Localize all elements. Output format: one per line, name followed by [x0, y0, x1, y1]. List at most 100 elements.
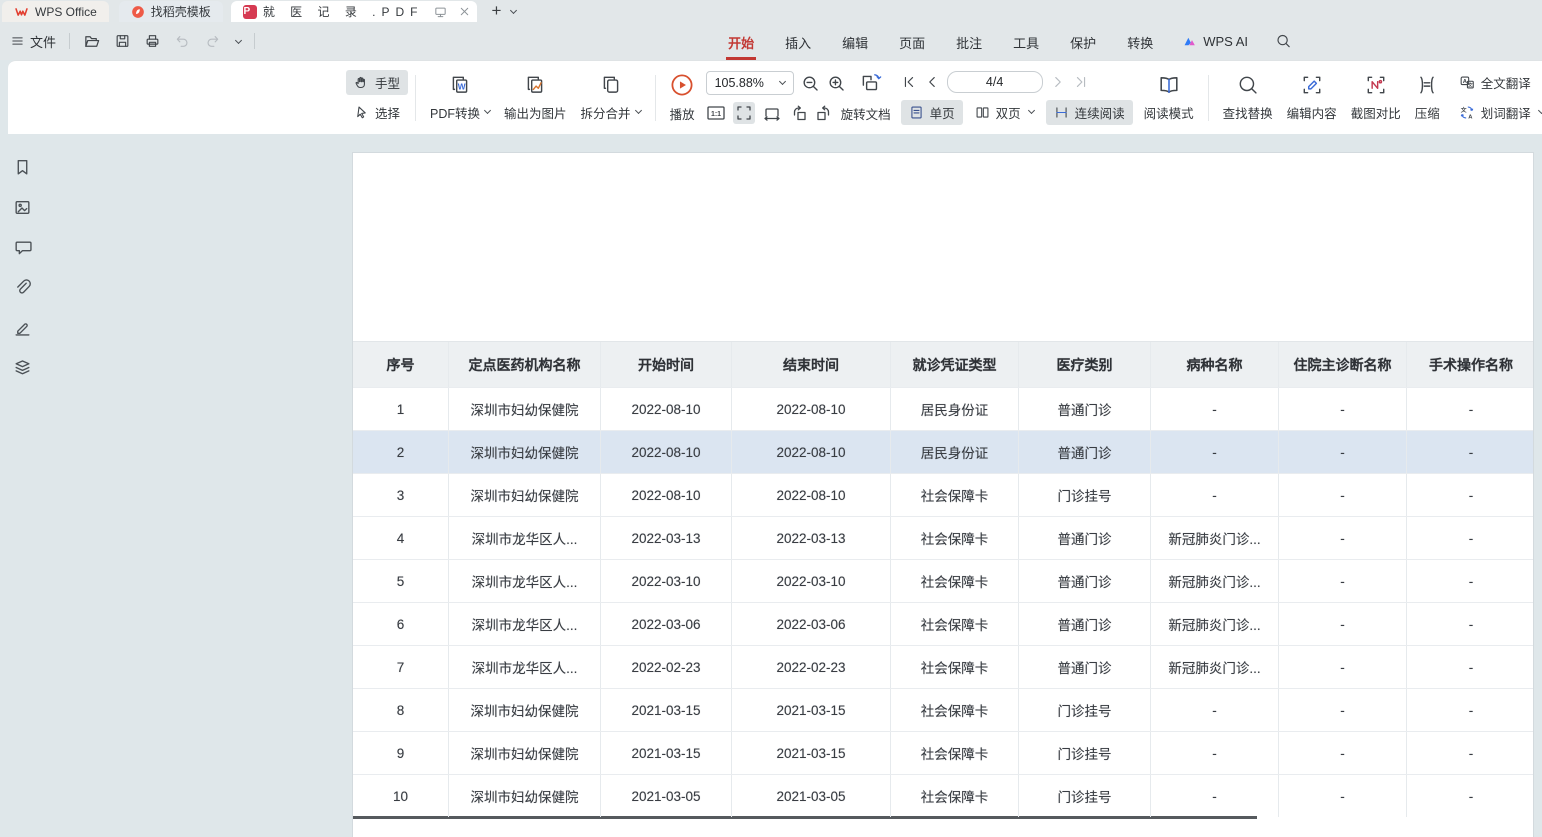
table-cell: 居民身份证 [891, 431, 1019, 473]
menu-item-5[interactable]: 工具 [1011, 24, 1041, 58]
cursor-icon [354, 105, 369, 120]
layers-icon[interactable] [13, 358, 32, 377]
redo-icon[interactable] [204, 33, 221, 49]
read-mode-button[interactable]: 阅读模式 [1137, 74, 1201, 122]
compress-label: 压缩 [1415, 103, 1440, 122]
comment-icon[interactable] [13, 238, 32, 257]
new-tab-button[interactable]: + [491, 1, 501, 21]
table-cell: 社会保障卡 [891, 689, 1019, 731]
pdf-convert-button[interactable]: W PDF转换 [423, 74, 497, 122]
table-cell: - [1407, 775, 1535, 817]
last-page-icon[interactable] [1073, 74, 1089, 90]
table-cell: 深圳市龙华区人... [449, 517, 601, 559]
word-translate-button[interactable]: 文 A 划词翻译 [1451, 100, 1542, 125]
tab-docer-templates[interactable]: 找稻壳模板 [119, 1, 223, 22]
table-cell: 新冠肺炎门诊... [1151, 646, 1279, 688]
compress-button[interactable]: 压缩 [1408, 74, 1447, 122]
table-cell: 普通门诊 [1019, 388, 1151, 430]
zoom-in-icon[interactable] [827, 74, 846, 93]
split-merge-button[interactable]: 拆分合并 [574, 74, 648, 122]
rotate-pages-icon[interactable] [859, 72, 883, 94]
file-menu-button[interactable]: 文件 [10, 32, 56, 51]
next-page-icon[interactable] [1050, 74, 1066, 90]
table-cell: 2022-03-13 [601, 517, 732, 559]
menu-item-1[interactable]: 插入 [783, 24, 813, 58]
tab-active-document[interactable]: P 就 医 记 录 .PDF [231, 1, 478, 22]
first-page-icon[interactable] [901, 74, 917, 90]
pdf-logo-icon: P [243, 5, 257, 19]
table-cell: 社会保障卡 [891, 732, 1019, 774]
table-cell: 社会保障卡 [891, 560, 1019, 602]
zoom-out-icon[interactable] [801, 74, 820, 93]
rotate-left-icon[interactable] [789, 104, 808, 122]
table-cell: - [1279, 646, 1407, 688]
select-tool-button[interactable]: 选择 [346, 100, 408, 125]
print-icon[interactable] [144, 33, 161, 49]
table-cell: 2022-03-06 [601, 603, 732, 645]
menu-item-3[interactable]: 页面 [897, 24, 927, 58]
table-cell: 新冠肺炎门诊... [1151, 560, 1279, 602]
zoom-level-dropdown[interactable]: 105.88% [706, 71, 794, 95]
fit-page-icon[interactable] [735, 104, 753, 122]
fit-width-icon[interactable] [762, 104, 782, 122]
split-merge-label: 拆分合并 [581, 103, 631, 122]
pdf-convert-label: PDF转换 [430, 103, 480, 122]
table-cell: - [1151, 388, 1279, 430]
menu-bar: 文件 开始插入编辑页面批注工具保护转换 WPS AI [0, 22, 1542, 60]
tab-list-chevron-icon[interactable] [510, 6, 517, 13]
tab-wps-office[interactable]: WPS Office [2, 1, 109, 22]
open-folder-icon[interactable] [83, 33, 101, 50]
menu-item-7[interactable]: 转换 [1125, 24, 1155, 58]
hamburger-icon [10, 34, 25, 48]
rotate-doc-label[interactable]: 旋转文档 [841, 104, 891, 123]
column-header: 序号 [353, 342, 449, 387]
menu-item-6[interactable]: 保护 [1068, 24, 1098, 58]
table-cell: - [1407, 560, 1535, 602]
close-tab-icon[interactable] [458, 5, 471, 18]
prev-page-icon[interactable] [924, 74, 940, 90]
table-cell: 新冠肺炎门诊... [1151, 517, 1279, 559]
page-number-input[interactable]: 4/4 [947, 71, 1043, 93]
play-button[interactable]: 播放 [663, 73, 702, 123]
table-row: 10深圳市妇幼保健院2021-03-052021-03-05社会保障卡门诊挂号-… [353, 774, 1533, 817]
search-icon[interactable] [1275, 33, 1292, 49]
screenshot-compare-button[interactable]: 截图对比 [1344, 74, 1408, 122]
bookmark-icon[interactable] [13, 158, 32, 177]
chevron-down-icon [484, 106, 491, 113]
chevron-down-icon [1028, 106, 1035, 113]
table-cell: - [1151, 775, 1279, 817]
pdf-page: 序号定点医药机构名称开始时间结束时间就诊凭证类型医疗类别病种名称住院主诊断名称手… [352, 152, 1534, 837]
find-replace-button[interactable]: 查找替换 [1216, 74, 1280, 122]
table-cell: 深圳市妇幼保健院 [449, 388, 601, 430]
table-cell: 深圳市妇幼保健院 [449, 474, 601, 516]
thumbnail-icon[interactable] [13, 198, 32, 217]
single-page-button[interactable]: 单页 [901, 100, 963, 125]
table-cell: 深圳市妇幼保健院 [449, 689, 601, 731]
edit-content-button[interactable]: 编辑内容 [1280, 74, 1344, 122]
menu-item-4[interactable]: 批注 [954, 24, 984, 58]
table-cell: 2022-08-10 [732, 388, 891, 430]
continuous-read-icon [1054, 105, 1069, 120]
table-cell: 2022-03-10 [601, 560, 732, 602]
actual-size-icon[interactable]: 1:1 [706, 104, 726, 122]
wps-ai-button[interactable]: WPS AI [1182, 34, 1248, 49]
attachment-icon[interactable] [13, 278, 32, 297]
table-cell: - [1407, 388, 1535, 430]
menu-item-2[interactable]: 编辑 [840, 24, 870, 58]
table-cell: - [1407, 732, 1535, 774]
full-translate-button[interactable]: A 文 全文翻译 [1451, 70, 1542, 95]
quick-access-chevron-icon[interactable] [235, 36, 242, 43]
single-page-label: 单页 [930, 103, 955, 122]
double-page-button[interactable]: 双页 [967, 100, 1042, 125]
signature-pen-icon[interactable] [13, 318, 32, 337]
rotate-right-icon[interactable] [815, 104, 834, 122]
export-image-button[interactable]: 输出为图片 [497, 74, 574, 122]
save-icon[interactable] [114, 33, 131, 49]
svg-text:W: W [458, 82, 466, 91]
continuous-read-button[interactable]: 连续阅读 [1046, 100, 1133, 125]
menu-item-0[interactable]: 开始 [726, 24, 756, 58]
table-cell: 普通门诊 [1019, 560, 1151, 602]
undo-icon[interactable] [174, 33, 191, 49]
hand-tool-button[interactable]: 手型 [346, 70, 408, 95]
monitor-icon[interactable] [433, 5, 448, 19]
